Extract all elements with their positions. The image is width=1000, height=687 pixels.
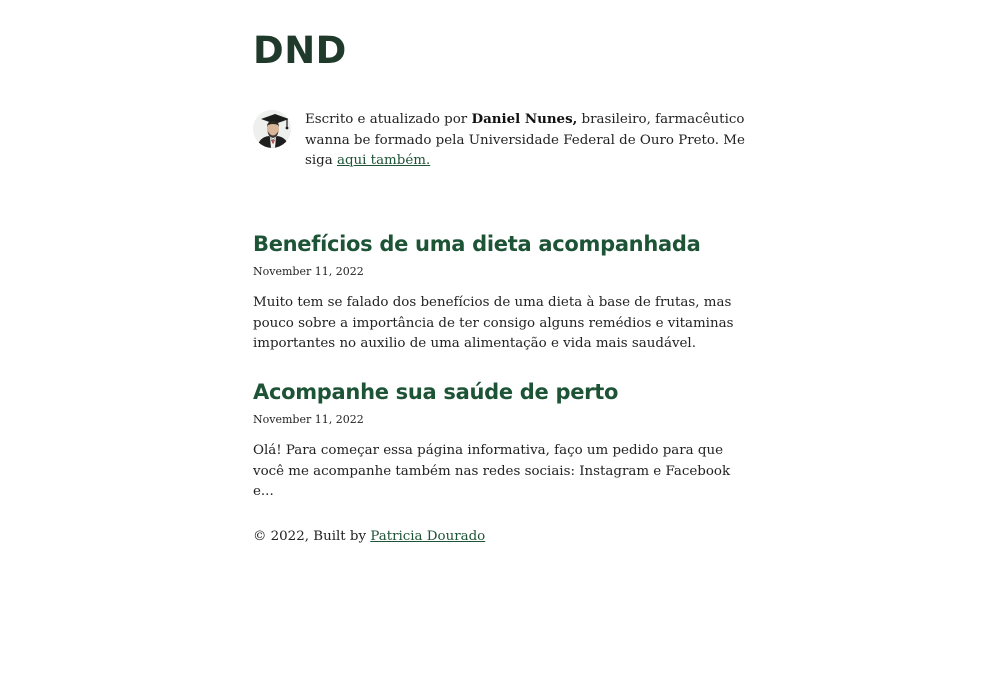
bio-prefix: Escrito e atualizado por (305, 112, 472, 127)
author-avatar (253, 110, 291, 148)
post-excerpt: Olá! Para começar essa página informativ… (253, 443, 731, 499)
footer-author-link[interactable]: Patricia Dourado (370, 529, 485, 544)
post-title: Acompanhe sua saúde de perto (253, 379, 753, 405)
bio-follow-link[interactable]: aqui também. (337, 153, 430, 168)
graduate-portrait-icon (253, 110, 291, 148)
post-excerpt: Muito tem se falado dos benefícios de um… (253, 295, 734, 351)
bio-author-name: Daniel Nunes, (471, 111, 578, 127)
post-item: Benefícios de uma dieta acompanhada Nove… (253, 231, 753, 355)
post-item: Acompanhe sua saúde de perto November 11… (253, 379, 753, 503)
post-date: November 11, 2022 (253, 265, 364, 278)
author-bio: Escrito e atualizado por Daniel Nunes, b… (253, 109, 753, 172)
site-title[interactable]: DND (253, 29, 347, 73)
footer-text: © 2022, Built by (253, 529, 371, 544)
post-date: November 11, 2022 (253, 413, 364, 426)
post-title: Benefícios de uma dieta acompanhada (253, 231, 753, 257)
post-title-link[interactable]: Benefícios de uma dieta acompanhada (253, 232, 701, 256)
bio-text: Escrito e atualizado por Daniel Nunes, b… (305, 109, 745, 172)
post-title-link[interactable]: Acompanhe sua saúde de perto (253, 380, 618, 404)
site-footer: © 2022, Built by Patricia Dourado (253, 527, 485, 547)
